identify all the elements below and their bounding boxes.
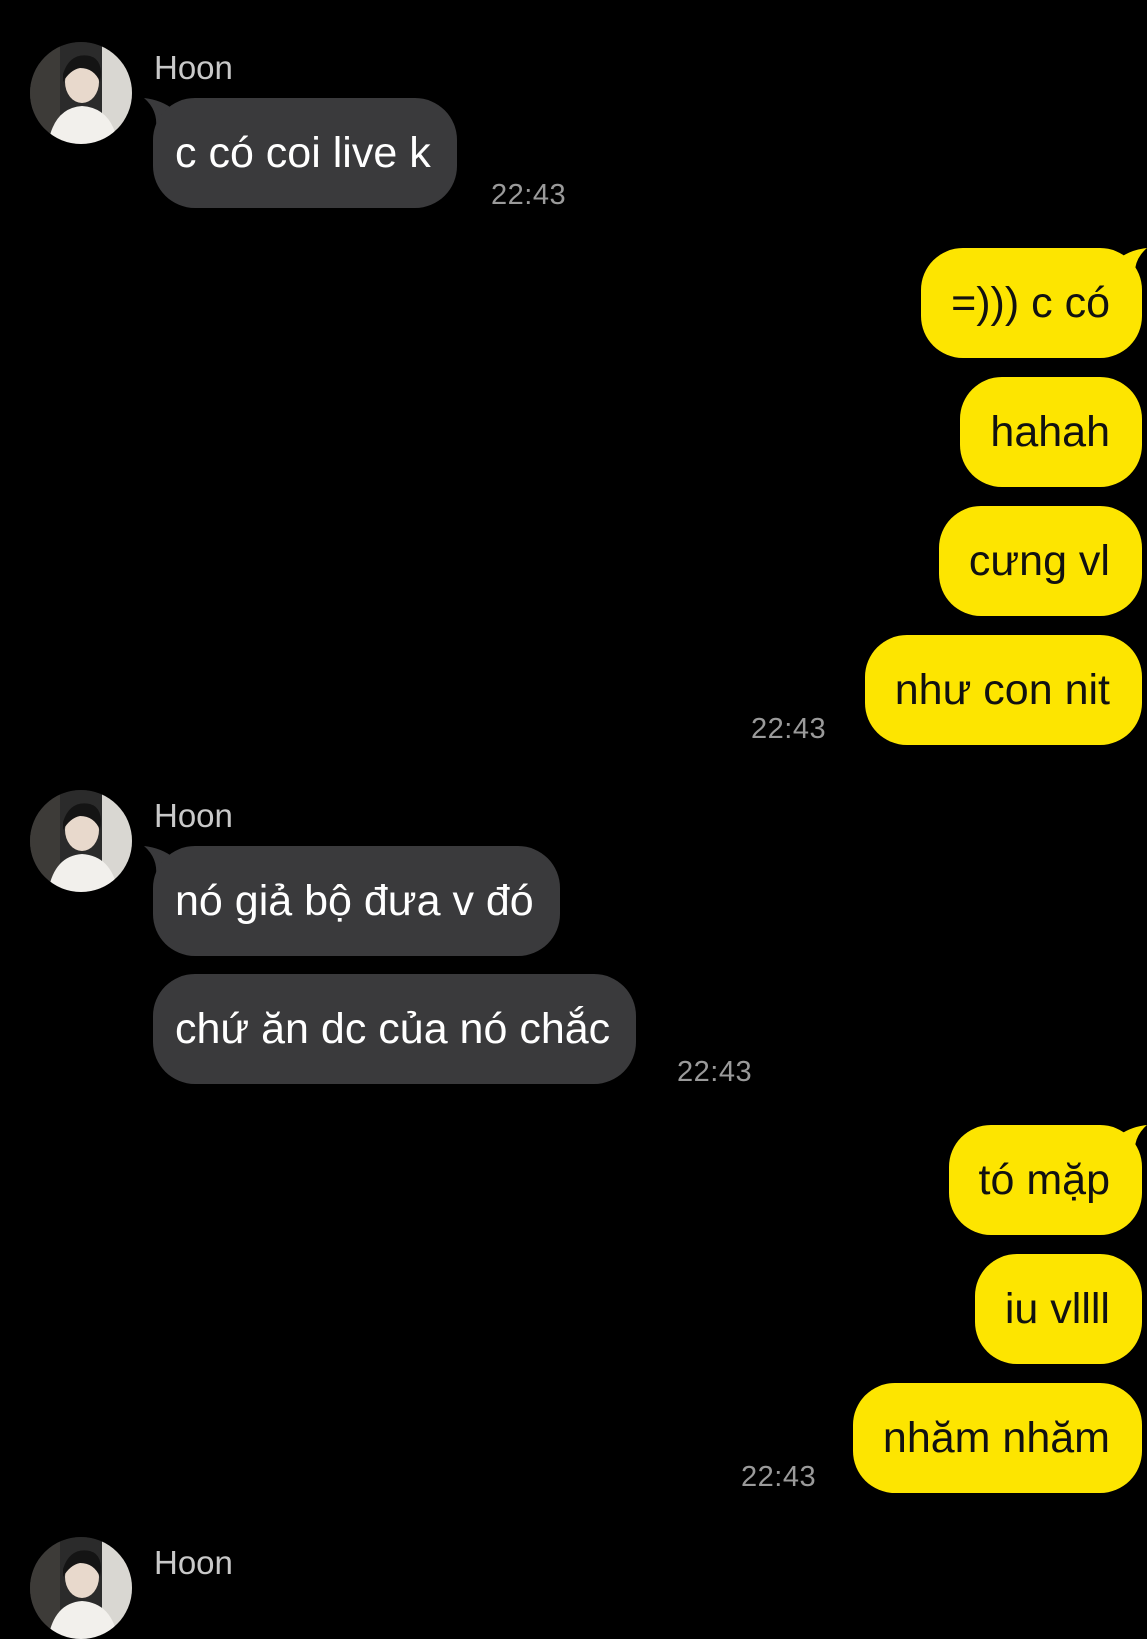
message-timestamp: 22:43 — [491, 179, 567, 211]
message-timestamp: 22:43 — [751, 713, 827, 745]
message-bubble-outgoing[interactable]: nhăm nhăm — [852, 1383, 1142, 1493]
profile-photo-icon — [30, 1537, 132, 1639]
message-timestamp: 22:43 — [741, 1461, 817, 1493]
message-bubble-outgoing[interactable]: cưng vl — [938, 506, 1142, 616]
sender-name: Hoon — [154, 49, 233, 86]
avatar[interactable] — [30, 1537, 132, 1639]
profile-photo-icon — [30, 42, 132, 144]
avatar[interactable] — [30, 42, 132, 144]
avatar[interactable] — [30, 790, 132, 892]
message-bubble-incoming[interactable]: c có coi live k — [153, 98, 457, 208]
profile-photo-icon — [30, 790, 132, 892]
message-bubble-outgoing[interactable]: iu vllll — [974, 1254, 1142, 1364]
sender-name: Hoon — [154, 797, 233, 834]
message-timestamp: 22:43 — [677, 1056, 753, 1088]
message-bubble-incoming[interactable]: nó giả bộ đưa v đó — [153, 846, 560, 956]
message-bubble-outgoing[interactable]: =))) c có — [921, 248, 1142, 358]
message-bubble-outgoing[interactable]: tó mặp — [948, 1125, 1142, 1235]
message-bubble-outgoing[interactable]: như con nit — [864, 635, 1142, 745]
message-bubble-outgoing[interactable]: hahah — [960, 377, 1142, 487]
sender-name: Hoon — [154, 1544, 233, 1581]
message-bubble-incoming[interactable]: chứ ăn dc của nó chắc — [153, 974, 637, 1084]
